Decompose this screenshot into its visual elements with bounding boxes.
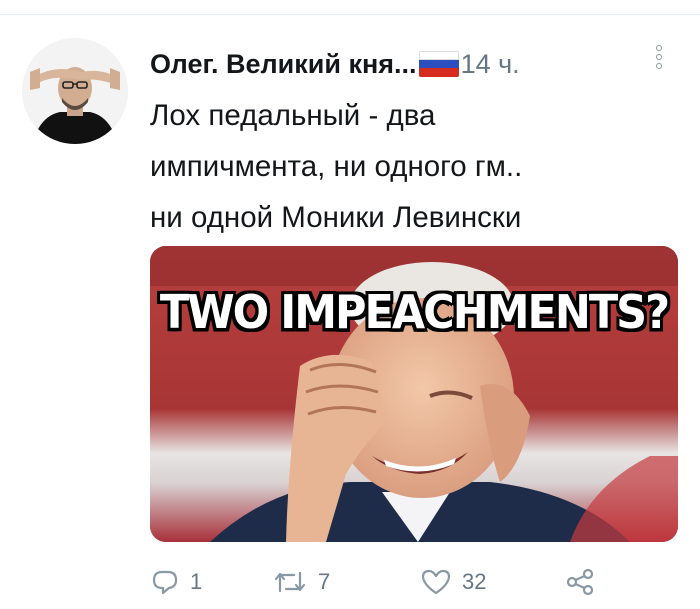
reply-button[interactable]: 1 <box>150 562 202 602</box>
russia-flag-icon <box>418 51 459 77</box>
retweet-count: 7 <box>318 569 331 594</box>
more-vertical-icon[interactable] <box>652 44 666 78</box>
timestamp[interactable]: 14 ч. <box>461 49 520 80</box>
share-icon <box>566 568 594 596</box>
avatar[interactable] <box>22 38 128 144</box>
top-divider <box>0 14 700 15</box>
tweet-header: Олег. Великий кня... 14 ч. <box>150 44 680 84</box>
meme-caption: TWO IMPEACHMENTS? <box>159 286 670 340</box>
reply-count: 1 <box>190 569 203 594</box>
like-count: 32 <box>462 569 487 594</box>
like-button[interactable]: 32 <box>420 562 486 602</box>
avatar-image <box>22 38 128 144</box>
tweet-text: Лох педальный - два импичмента, ни одног… <box>150 99 523 234</box>
retweet-button[interactable]: 7 <box>272 562 330 602</box>
tweet-actions: 1 7 32 <box>150 562 680 602</box>
tweet-media[interactable]: TWO IMPEACHMENTS? <box>150 246 678 542</box>
reply-icon <box>152 570 178 595</box>
author-name[interactable]: Олег. Великий кня... <box>150 49 417 80</box>
share-button[interactable] <box>564 562 596 602</box>
heart-icon <box>421 569 451 595</box>
retweet-icon <box>274 571 306 593</box>
